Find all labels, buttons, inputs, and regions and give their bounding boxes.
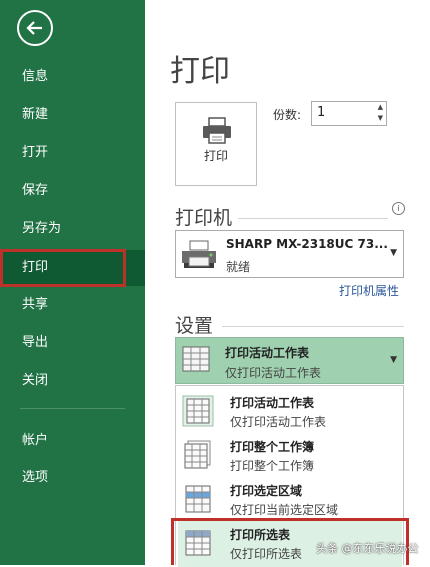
printer-properties-link[interactable]: 打印机属性	[339, 282, 399, 299]
print-highlight-box	[0, 249, 126, 287]
nav-new[interactable]: 新建	[0, 97, 145, 133]
nav-open[interactable]: 打开	[0, 135, 145, 171]
printer-section-line	[238, 218, 388, 219]
menu-item-entire-workbook[interactable]: 打印整个工作簿 打印整个工作簿	[178, 433, 402, 479]
printer-dropdown[interactable]: SHARP MX-2318UC 73... 就绪 ▼	[175, 230, 404, 278]
nav-save-as[interactable]: 另存为	[0, 211, 145, 247]
menu-item-selection[interactable]: 打印选定区域 仅打印当前选定区域	[178, 477, 402, 523]
active-sheet-icon	[182, 395, 216, 427]
nav-close[interactable]: 关闭	[0, 363, 145, 399]
nav-export[interactable]: 导出	[0, 325, 145, 361]
watermark: 头条 @东东乐说办公	[316, 542, 419, 555]
nav-share[interactable]: 共享	[0, 287, 145, 323]
menu-item-subtitle: 仅打印活动工作表	[230, 415, 327, 429]
print-scope-subtitle: 仅打印活动工作表	[225, 366, 322, 380]
print-scope-dropdown[interactable]: 打印活动工作表 仅打印活动工作表 ▼	[175, 337, 404, 384]
nav-options[interactable]: 选项	[0, 460, 145, 496]
printer-name: SHARP MX-2318UC 73...	[226, 237, 388, 251]
info-icon[interactable]: i	[392, 202, 405, 215]
workbook-icon	[182, 439, 216, 471]
copies-label: 份数:	[273, 108, 302, 122]
sheet-icon	[181, 344, 215, 376]
copies-input[interactable]: 1 ▲ ▼	[311, 101, 387, 126]
menu-item-active-sheet[interactable]: 打印活动工作表 仅打印活动工作表	[178, 389, 402, 435]
printer-icon	[203, 117, 231, 144]
chevron-down-icon: ▼	[390, 248, 397, 258]
print-scope-title: 打印活动工作表	[225, 346, 310, 360]
settings-section-title: 设置	[175, 315, 214, 337]
menu-item-title: 打印活动工作表	[230, 396, 315, 410]
spin-down-icon[interactable]: ▼	[378, 114, 383, 122]
menu-item-title: 打印选定区域	[230, 484, 303, 498]
copies-value: 1	[317, 105, 326, 120]
chevron-down-icon: ▼	[390, 355, 397, 365]
printer-status: 就绪	[226, 260, 251, 274]
printer-section-title: 打印机	[175, 207, 233, 229]
print-button-label: 打印	[203, 149, 228, 163]
page-title: 打印	[170, 54, 230, 89]
settings-section-line	[222, 326, 404, 327]
nav-account[interactable]: 帐户	[0, 423, 145, 459]
sidebar-divider	[20, 408, 125, 409]
print-button[interactable]: 打印	[175, 102, 257, 186]
selection-icon	[182, 483, 216, 515]
menu-item-subtitle: 仅打印当前选定区域	[230, 503, 339, 517]
back-arrow-icon[interactable]	[17, 10, 53, 46]
printer-device-icon	[182, 240, 216, 268]
nav-info[interactable]: 信息	[0, 59, 145, 95]
nav-save[interactable]: 保存	[0, 173, 145, 209]
menu-item-subtitle: 打印整个工作簿	[230, 459, 315, 473]
spin-up-icon[interactable]: ▲	[378, 103, 383, 111]
menu-item-title: 打印整个工作簿	[230, 440, 315, 454]
